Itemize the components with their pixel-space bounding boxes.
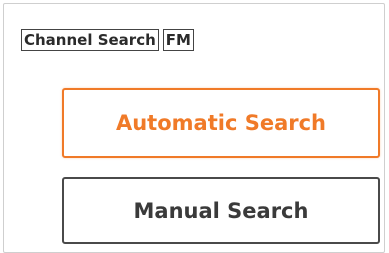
manual-search-button[interactable]: Manual Search <box>62 177 380 244</box>
automatic-search-label: Automatic Search <box>115 111 326 135</box>
manual-search-label: Manual Search <box>133 198 309 223</box>
band-badge: FM <box>162 29 194 51</box>
page-title: Channel Search <box>21 29 159 51</box>
header: Channel Search FM <box>21 29 194 51</box>
automatic-search-button[interactable]: Automatic Search <box>62 88 380 158</box>
